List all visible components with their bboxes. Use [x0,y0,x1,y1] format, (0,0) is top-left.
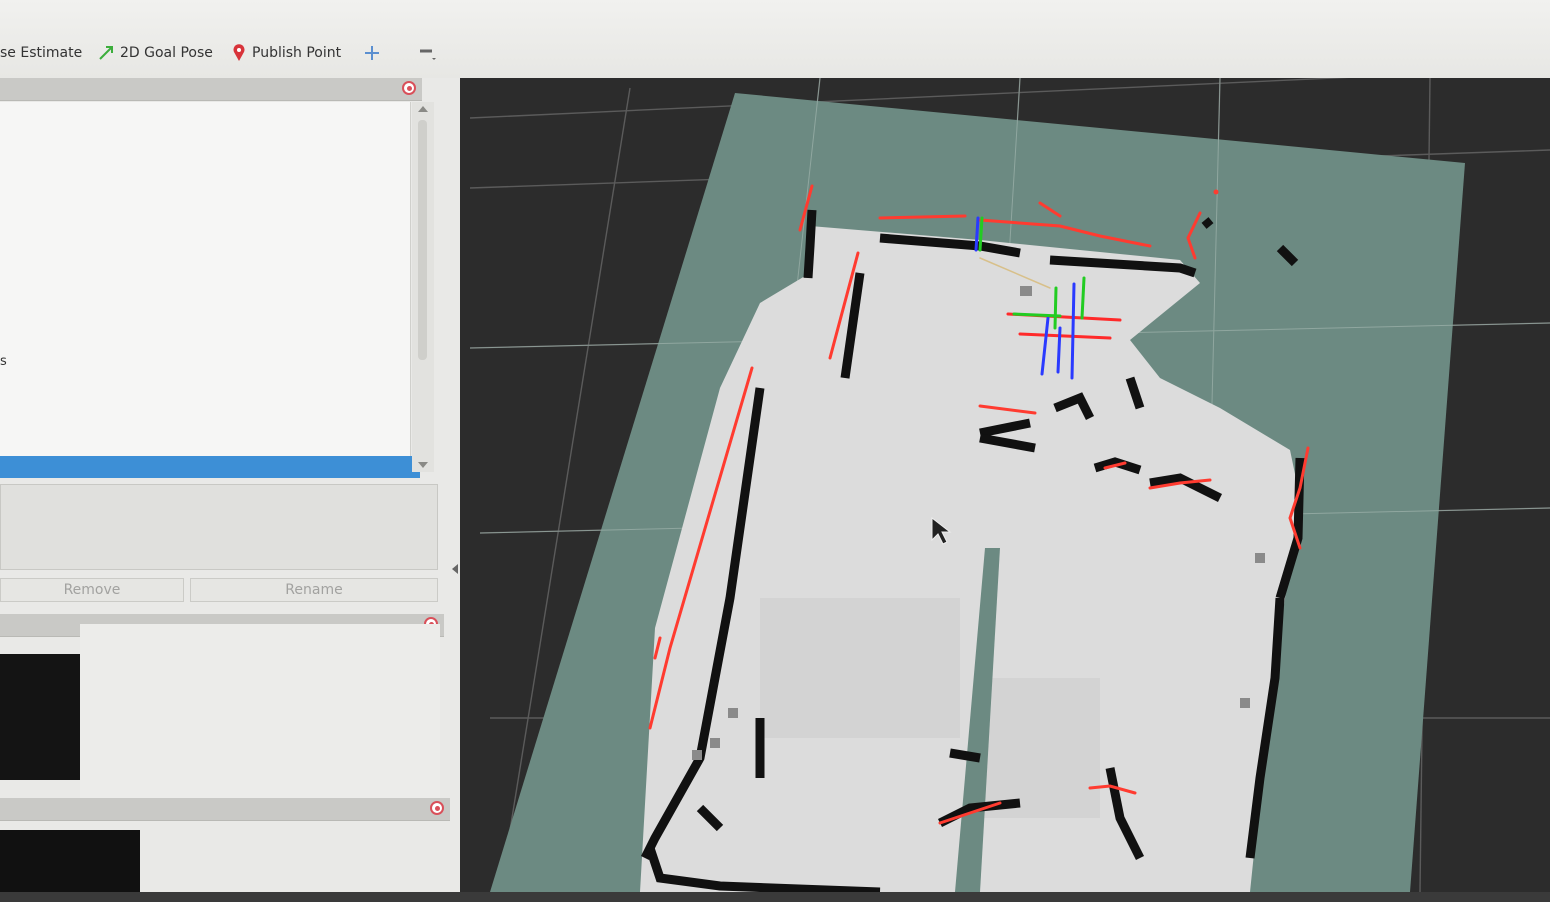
rviz-toolbar: se Estimate 2D Goal Pose Publish Point [0,0,1550,79]
tree-item-partial: s [0,354,7,369]
goal-pose-label: 2D Goal Pose [120,45,213,61]
remove-button[interactable]: Remove [0,578,184,602]
crosshair-plus-icon [365,46,379,60]
green-arrow-icon [99,46,113,60]
remove-tool-button[interactable] [418,40,436,66]
goal-pose-tool[interactable]: 2D Goal Pose [98,40,213,66]
laser-point [1213,189,1219,195]
rename-button[interactable]: Rename [190,578,438,602]
collapse-panel-icon[interactable] [452,564,458,574]
scroll-up-icon[interactable] [418,106,428,112]
left-panel: s Remove Rename [0,78,460,902]
add-tool-button[interactable] [364,40,380,66]
close-icon [406,85,412,91]
publish-point-label: Publish Point [252,45,342,61]
close-icon [434,805,440,811]
displays-tree[interactable]: s [0,102,420,478]
3d-scene[interactable] [460,67,1550,897]
displays-scrollbar[interactable] [412,102,434,472]
screen-bezel-strip [0,892,1550,902]
pose-estimate-tool[interactable]: se Estimate [0,40,82,66]
property-description-box [0,484,438,570]
image-panel-titlebar [0,798,450,821]
scroll-down-icon[interactable] [418,462,428,468]
displays-panel-titlebar [0,78,422,101]
scroll-thumb[interactable] [418,120,427,360]
image-panel-close-button[interactable] [430,801,444,815]
3d-render-view[interactable] [460,67,1550,897]
tree-selected-row[interactable] [0,456,420,478]
camera-panel-background [80,624,440,800]
camera-image-view [0,654,80,780]
displays-panel-close-button[interactable] [402,81,416,95]
minus-dropdown-icon [420,49,436,60]
map-pin-icon [233,44,245,61]
pose-estimate-label: se Estimate [0,45,83,61]
publish-point-tool[interactable]: Publish Point [232,40,341,66]
